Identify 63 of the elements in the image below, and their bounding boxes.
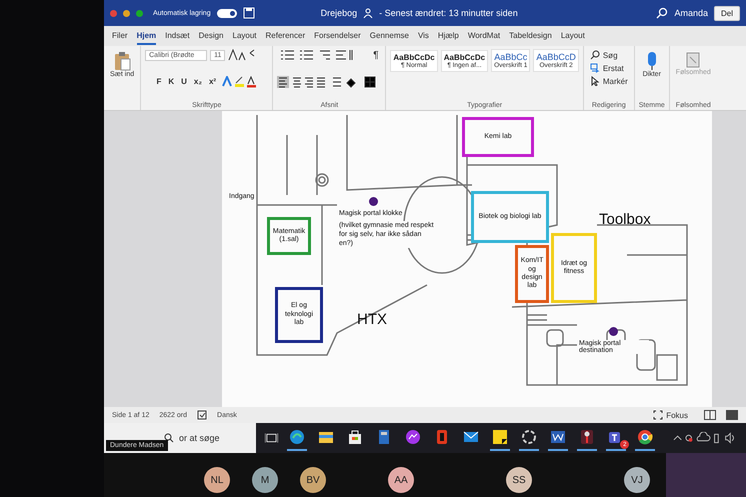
search-icon[interactable] [656, 7, 668, 19]
participant-avatar[interactable]: VJ [624, 467, 650, 493]
search-icon [164, 433, 174, 443]
ribbon-tab[interactable]: Design [198, 28, 224, 44]
label-icon [685, 51, 702, 69]
portal-dot [609, 327, 618, 336]
search-icon [590, 50, 600, 60]
app-icon [405, 429, 422, 445]
save-icon[interactable] [242, 7, 255, 19]
focus-icon [653, 410, 664, 420]
app-icon [521, 429, 538, 445]
format-button[interactable]: U [179, 77, 189, 86]
editing-button[interactable]: Markér [588, 75, 630, 87]
participant-avatar[interactable]: BV [300, 467, 326, 493]
editing-button[interactable]: Søg [588, 49, 630, 61]
ribbon-tab[interactable]: Vis [418, 28, 429, 44]
participant-avatar[interactable]: AA [388, 467, 414, 493]
ribbon-tab[interactable]: Hjælp [438, 28, 459, 44]
format-button[interactable]: x² [206, 77, 218, 86]
document-title: Drejebog [320, 8, 358, 18]
app-icon [579, 429, 596, 445]
proofing-icon[interactable] [197, 410, 208, 420]
app-icon [637, 429, 654, 445]
ribbon-tab[interactable]: Gennemse [370, 28, 409, 44]
participant-avatar[interactable]: M [252, 467, 278, 493]
clipboard-icon [113, 51, 132, 71]
share-button[interactable]: Del [714, 6, 740, 20]
ribbon-tab[interactable]: Layout [560, 28, 585, 44]
ribbon-tab[interactable]: Tabeldesign [509, 28, 552, 44]
app-icon [550, 429, 566, 445]
user-name[interactable]: Amanda [674, 8, 708, 18]
building-label: HTX [357, 311, 387, 328]
ribbon-tab[interactable]: Referencer [266, 28, 306, 44]
participant-avatar[interactable]: SS [506, 467, 532, 493]
ribbon-tab[interactable]: Filer [112, 28, 128, 44]
save-status[interactable]: - Senest ændret: 13 minutter siden [379, 8, 518, 18]
format-button[interactable]: x₂ [192, 77, 204, 86]
ribbon-tab[interactable]: Forsendelser [314, 28, 361, 44]
building-label: Toolbox [599, 211, 651, 228]
replace-icon [590, 63, 600, 73]
app-icon [347, 429, 364, 445]
app-icon [463, 429, 480, 445]
format-button[interactable]: F [154, 77, 164, 86]
person-icon [363, 8, 374, 18]
app-icon [318, 429, 334, 445]
participant-avatar[interactable]: NL [204, 467, 230, 493]
ribbon-tab[interactable]: Layout [232, 28, 257, 44]
cursor-icon [590, 76, 600, 86]
pilcrow-button[interactable]: ¶ [373, 50, 379, 60]
app-icon [492, 429, 508, 445]
read-mode-icon[interactable] [704, 410, 716, 420]
microphone-icon [646, 51, 658, 71]
portal-dot [369, 197, 378, 206]
ribbon-tab[interactable]: Indsæt [165, 28, 190, 44]
focus-button[interactable]: Fokus [647, 409, 694, 421]
minimize-icon[interactable] [123, 10, 130, 16]
autosave-toggle[interactable] [216, 8, 237, 18]
app-icon [289, 429, 306, 445]
ribbon-tab[interactable]: WordMat [468, 28, 500, 44]
task-view-icon[interactable] [265, 431, 278, 445]
editing-button[interactable]: Erstat [588, 62, 630, 74]
format-button[interactable]: K [166, 77, 176, 86]
maximize-icon[interactable] [136, 10, 143, 16]
